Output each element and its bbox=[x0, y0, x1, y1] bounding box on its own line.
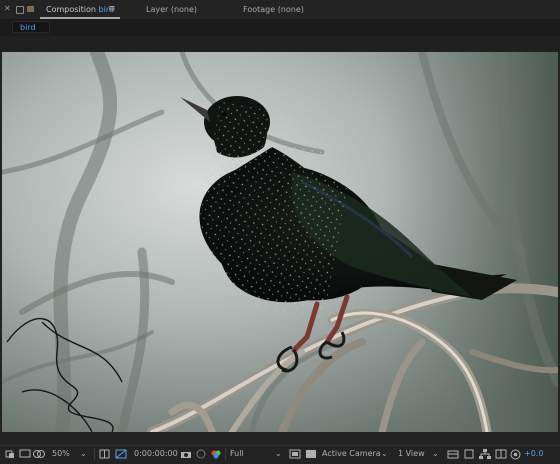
zoom-dropdown[interactable]: 50% bbox=[52, 445, 70, 463]
panel-tab-bar: ✕ Composition bird ≡ Layer (none) Footag… bbox=[0, 0, 560, 19]
region-icon[interactable] bbox=[19, 449, 31, 459]
flowchart-icon[interactable] bbox=[479, 449, 491, 459]
color-channels-icon[interactable] bbox=[210, 449, 221, 459]
exposure-value[interactable]: +0.0 bbox=[524, 445, 543, 463]
breadcrumb-bar bbox=[0, 19, 560, 36]
composition-frame-image bbox=[2, 52, 558, 432]
views-chevron-icon[interactable]: ⌄ bbox=[432, 445, 439, 463]
breadcrumb-bird[interactable]: bird bbox=[12, 21, 50, 33]
camera-chevron-icon[interactable]: ⌄ bbox=[381, 445, 388, 463]
tab-composition[interactable]: Composition bird bbox=[4, 0, 122, 19]
resolution-dropdown[interactable]: Full bbox=[230, 445, 244, 463]
tab-layer[interactable]: Layer (none) bbox=[146, 0, 197, 19]
panel-menu-icon[interactable]: ≡ bbox=[108, 4, 116, 14]
show-snapshot-icon[interactable] bbox=[195, 449, 206, 459]
resolution-chevron-icon[interactable]: ⌄ bbox=[275, 445, 282, 463]
snapshot-icon[interactable] bbox=[180, 449, 191, 459]
region-of-interest-icon[interactable] bbox=[289, 449, 301, 459]
current-time[interactable]: 0:00:00:00 bbox=[134, 445, 178, 463]
tab-footage[interactable]: Footage (none) bbox=[243, 0, 304, 19]
views-dropdown[interactable]: 1 View bbox=[398, 445, 425, 463]
safe-zones-icon[interactable] bbox=[99, 449, 110, 459]
grid-icon[interactable] bbox=[495, 449, 507, 459]
zoom-dropdown-chevron-icon[interactable]: ⌄ bbox=[80, 445, 87, 463]
camera-dropdown[interactable]: Active Camera bbox=[322, 445, 381, 463]
reset-exposure-icon[interactable] bbox=[510, 449, 521, 460]
divider bbox=[94, 448, 95, 460]
mask-icon[interactable] bbox=[33, 449, 45, 459]
divider bbox=[225, 448, 226, 460]
toggle-view-icon[interactable] bbox=[447, 449, 459, 459]
fast-previews-icon[interactable] bbox=[305, 449, 316, 459]
viewer-pasteboard bbox=[0, 36, 560, 51]
pixel-aspect-icon[interactable] bbox=[463, 449, 474, 459]
always-preview-icon[interactable] bbox=[5, 449, 15, 459]
transparency-grid-icon[interactable] bbox=[115, 449, 127, 459]
